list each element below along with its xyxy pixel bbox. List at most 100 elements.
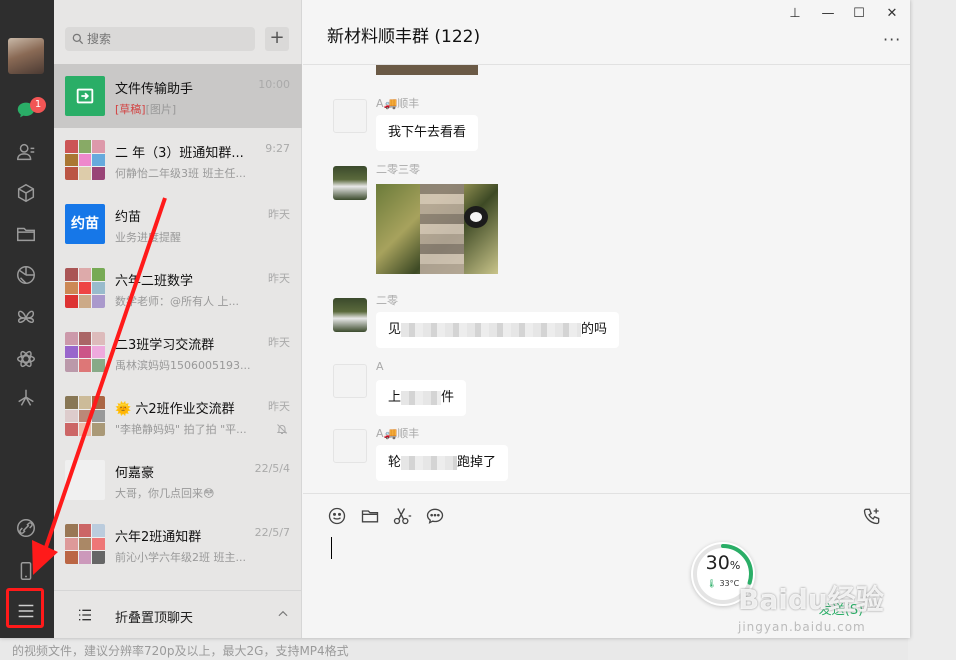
scissors-icon[interactable] xyxy=(392,506,414,528)
user-avatar[interactable] xyxy=(8,38,44,74)
message-bubble[interactable]: 轮 跑掉了 xyxy=(376,445,509,481)
message-bubble[interactable]: 见 的吗 xyxy=(376,312,620,348)
chat-item[interactable]: 六年2班通知群 22/5/7 前沁小学六年级2班 班主... xyxy=(54,512,302,576)
chat-name: 何嘉豪 xyxy=(115,466,155,481)
chat-preview: 业务进度提醒 xyxy=(115,231,181,244)
chat-time: 9:27 xyxy=(265,142,290,155)
chevron-up-icon[interactable] xyxy=(276,607,290,621)
chat-time: 22/5/4 xyxy=(254,462,290,475)
group-avatar xyxy=(65,332,105,372)
sender-name: A🚚顺丰 xyxy=(376,97,420,110)
chat-name: 二 年（3）班通知群... xyxy=(115,146,244,161)
message-bubble[interactable]: 上件 xyxy=(376,380,467,416)
minimize-button[interactable]: — xyxy=(818,6,838,22)
chat-time: 昨天 xyxy=(268,400,290,413)
sender-avatar[interactable] xyxy=(333,298,367,332)
call-icon[interactable] xyxy=(862,506,884,528)
chat-preview-text: [图片] xyxy=(145,103,177,116)
left-nav-bar: 1 xyxy=(0,0,54,638)
chat-time: 昨天 xyxy=(268,272,290,285)
image-message-partial[interactable] xyxy=(376,65,478,75)
baidu-watermark: Baidu经验 jingyan.baidu.com xyxy=(738,578,918,638)
sender-avatar[interactable] xyxy=(333,364,367,398)
contacts-icon[interactable] xyxy=(13,139,39,165)
butterfly-icon[interactable] xyxy=(13,305,39,331)
message-text: 见 xyxy=(388,322,402,337)
text-cursor xyxy=(331,537,332,559)
group-avatar xyxy=(65,524,105,564)
add-chat-button[interactable]: + xyxy=(265,27,289,51)
mosaic-blur xyxy=(420,184,464,274)
gauge-percent-unit: % xyxy=(729,559,741,572)
mini-program-icon[interactable] xyxy=(13,346,39,372)
chat-item[interactable]: 二 年（3）班通知群... 9:27 何静怡二年级3班 班主任... xyxy=(54,128,302,192)
chat-panel: ⊥ — ☐ ✕ 新材料顺丰群 (122) ··· A🚚顺丰 我下午去看看 二零三… xyxy=(303,0,910,638)
file-transfer-avatar xyxy=(65,76,105,116)
chat-time: 22/5/7 xyxy=(254,526,290,539)
sender-name: A xyxy=(376,360,384,373)
message-bubble[interactable]: 我下午去看看 xyxy=(376,115,479,151)
folder-icon[interactable] xyxy=(13,221,39,247)
thermometer-icon: 🌡 xyxy=(706,579,717,588)
sender-avatar[interactable] xyxy=(333,99,367,133)
fold-pinned-chats-bar[interactable]: 折叠置顶聊天 xyxy=(54,590,302,638)
chat-name: 🌞 六2班作业交流群 xyxy=(115,398,255,417)
sender-name: 二零三零 xyxy=(376,163,420,176)
transfer-icon xyxy=(76,88,94,104)
group-avatar xyxy=(65,396,105,436)
chat-preview: 前沁小学六年级2班 班主... xyxy=(115,551,246,564)
gauge-percent: 30% xyxy=(691,552,755,574)
watermark-url: jingyan.baidu.com xyxy=(738,620,866,634)
cube-icon[interactable] xyxy=(13,180,39,206)
chat-time: 10:00 xyxy=(258,78,290,91)
draft-label: [草稿] xyxy=(115,103,146,116)
contact-avatar xyxy=(65,460,105,500)
pin-button[interactable]: ⊥ xyxy=(785,6,805,22)
close-button[interactable]: ✕ xyxy=(882,6,902,22)
chat-list-panel: + 文件传输助手 10:00 [草稿][图片] 二 年（3）班通知群... 9:… xyxy=(54,0,302,638)
chat-preview: 数学老师：@所有人 上... xyxy=(115,295,239,308)
search-icon xyxy=(72,33,84,45)
sender-avatar[interactable] xyxy=(333,166,367,200)
chat-name-text: 六2班作业交流群 xyxy=(135,402,235,417)
chat-bubble-icon[interactable] xyxy=(425,506,447,528)
mute-bell-icon xyxy=(276,424,288,434)
yuemiao-logo: 约苗 xyxy=(65,204,105,244)
chat-item[interactable]: 🌞 六2班作业交流群 昨天 "李艳静妈妈" 拍了拍 "平... xyxy=(54,384,302,448)
redacted-text xyxy=(401,455,458,470)
chat-name: 文件传输助手 xyxy=(115,82,194,97)
chat-item[interactable]: 约苗 约苗 昨天 业务进度提醒 xyxy=(54,192,302,256)
chat-item[interactable]: 何嘉豪 22/5/4 大哥，你几点回来😳 xyxy=(54,448,302,512)
maximize-button[interactable]: ☐ xyxy=(849,6,869,22)
list-icon xyxy=(79,609,91,621)
gauge-temperature-value: 33°C xyxy=(719,579,740,588)
redacted-text xyxy=(401,322,582,337)
chat-preview: 大哥，你几点回来😳 xyxy=(115,487,215,500)
sender-avatar[interactable] xyxy=(333,429,367,463)
moments-icon[interactable] xyxy=(13,262,39,288)
sender-name: A🚚顺丰 xyxy=(376,427,420,440)
chat-name: 二3班学习交流群 xyxy=(115,338,215,353)
background-caption: 的视频文件，建议分辨率720p及以上，最大2G，支持MP4格式 xyxy=(0,638,956,660)
emoji-icon[interactable] xyxy=(327,506,349,528)
link-icon[interactable] xyxy=(13,515,39,541)
image-message[interactable] xyxy=(376,184,498,274)
watermark-logo-text: Baidu经验 xyxy=(738,583,884,616)
panda-figure xyxy=(464,206,488,228)
folder-icon[interactable] xyxy=(360,506,382,528)
chat-preview: "李艳静妈妈" 拍了拍 "平... xyxy=(115,423,247,436)
star-icon[interactable] xyxy=(13,385,39,411)
sun-emoji: 🌞 xyxy=(115,402,132,417)
chat-item[interactable]: 二3班学习交流群 昨天 禹林滨妈妈1506005193... xyxy=(54,320,302,384)
chat-item[interactable]: 六年二班数学 昨天 数学老师：@所有人 上... xyxy=(54,256,302,320)
chat-time: 昨天 xyxy=(268,208,290,221)
chat-name: 约苗 xyxy=(115,210,142,225)
search-input[interactable] xyxy=(87,29,247,49)
search-box[interactable] xyxy=(65,27,255,51)
chat-preview: 何静怡二年级3班 班主任... xyxy=(115,167,246,180)
chat-item-file-transfer[interactable]: 文件传输助手 10:00 [草稿][图片] xyxy=(54,64,302,128)
annotation-highlight-box xyxy=(6,588,44,628)
more-options-button[interactable]: ··· xyxy=(883,30,901,49)
phone-icon[interactable] xyxy=(13,558,39,584)
redacted-text xyxy=(401,390,442,405)
